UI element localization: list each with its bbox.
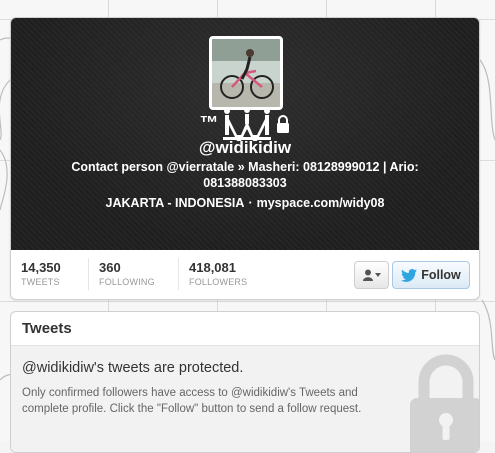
profile-stats: 14,350 TWEETS 360 FOLLOWING 418,081 FOLL…: [11, 250, 479, 299]
stat-following[interactable]: 360 FOLLOWING: [99, 260, 155, 287]
protected-message: Only confirmed followers have access to …: [22, 387, 362, 415]
tweets-panel: Tweets @widikidiw's tweets are protected…: [10, 311, 480, 453]
stat-label: TWEETS: [21, 277, 60, 287]
stat-value: 14,350: [21, 260, 61, 275]
tweets-heading: Tweets: [11, 312, 479, 346]
stat-label: FOLLOWERS: [189, 277, 248, 287]
user-actions-button[interactable]: [354, 261, 389, 289]
follow-button[interactable]: Follow: [392, 261, 470, 289]
follow-button-label: Follow: [421, 268, 461, 282]
stat-divider: [178, 258, 179, 290]
stat-tweets[interactable]: 14,350 TWEETS: [21, 260, 61, 287]
profile-location: JAKARTA - INDONESIA: [105, 196, 245, 210]
profile-location-row: JAKARTA - INDONESIA · myspace.com/widy08: [11, 196, 479, 210]
twitter-bird-icon: [401, 268, 418, 282]
stat-followers[interactable]: 418,081 FOLLOWERS: [189, 260, 247, 287]
profile-bio: Contact person @vierratale » Masheri: 08…: [71, 160, 419, 190]
crown-logo-icon: [222, 107, 271, 141]
trademark-mark: ™: [199, 113, 219, 134]
location-separator: ·: [248, 196, 253, 210]
large-lock-icon: [410, 354, 479, 452]
avatar-photo: [212, 39, 280, 107]
profile-website-link[interactable]: myspace.com/widy08: [257, 196, 385, 210]
profile-header: ™ @widikidiw Contact person @vierratale …: [11, 18, 479, 250]
profile-card: ™ @widikidiw Contact person @vierratale …: [10, 17, 480, 300]
profile-handle: @widikidiw: [198, 138, 292, 157]
protected-lock-icon: [276, 115, 289, 133]
caret-down-icon: [374, 273, 381, 277]
name-row: ™: [11, 106, 479, 142]
user-icon: [362, 269, 373, 281]
protected-notice: @widikidiw's tweets are protected. Only …: [11, 346, 479, 452]
stat-value: 360: [99, 260, 121, 275]
stat-label: FOLLOWING: [99, 277, 155, 287]
protected-title: @widikidiw's tweets are protected.: [22, 360, 244, 376]
profile-avatar[interactable]: [209, 36, 283, 110]
stat-divider: [88, 258, 89, 290]
stat-value: 418,081: [189, 260, 236, 275]
